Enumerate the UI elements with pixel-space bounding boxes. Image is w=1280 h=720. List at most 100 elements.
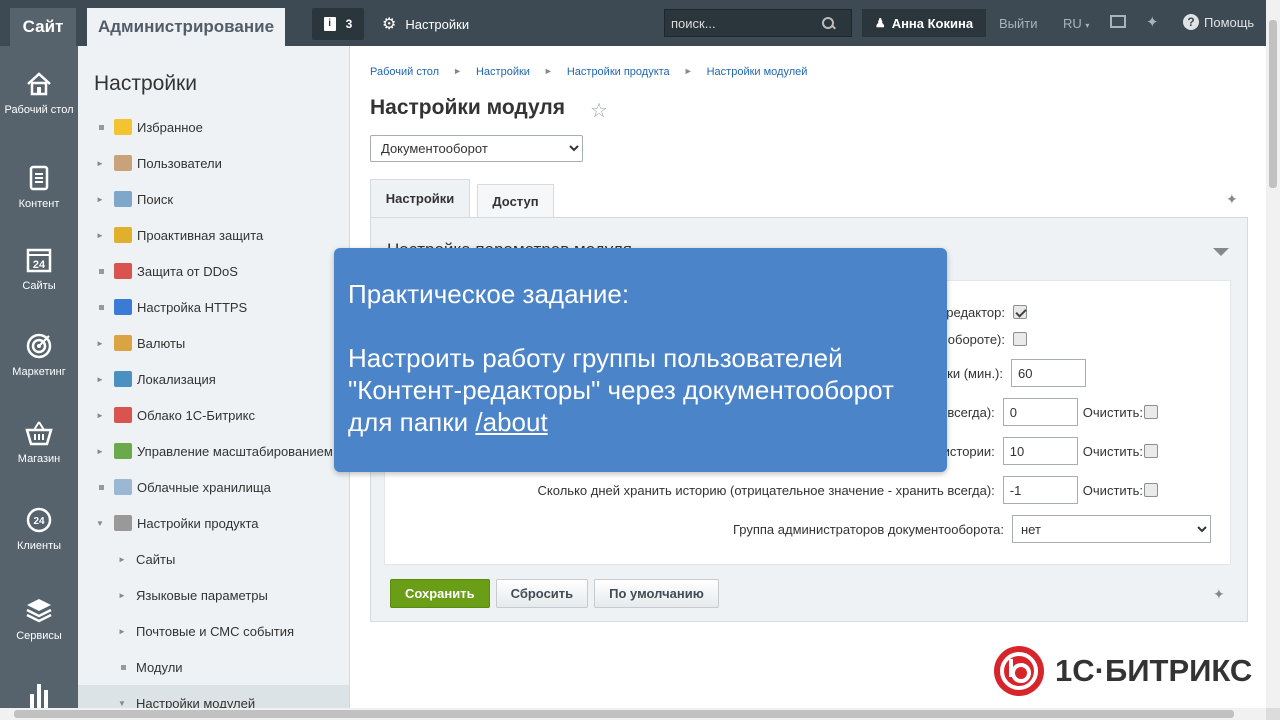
help-link[interactable]: ? Помощь — [1183, 14, 1254, 30]
search-icon[interactable] — [821, 16, 835, 30]
default-button[interactable]: По умолчанию — [594, 579, 719, 608]
menu-item[interactable]: ▼ Настройки продукта — [78, 505, 349, 541]
tab-settings[interactable]: Настройки — [370, 179, 470, 217]
breadcrumb-settings[interactable]: Настройки — [476, 66, 530, 78]
logout-link[interactable]: Выйти — [999, 16, 1038, 31]
overlay-text: Настроить работу группы пользователей "К… — [348, 343, 894, 437]
language-selector[interactable]: RU ▾ — [1063, 16, 1089, 31]
top-bar: Сайт Администрирование i 3 ⚙ Настройки ♟… — [0, 0, 1266, 46]
bullet-icon[interactable] — [118, 664, 128, 670]
menu-item[interactable]: Избранное — [78, 109, 349, 145]
user-button[interactable]: ♟ Анна Кокина — [862, 9, 986, 37]
chevron-right-icon[interactable]: ► — [96, 375, 106, 384]
notifications-button[interactable]: i 3 — [312, 8, 364, 40]
menu-item[interactable]: ► Пользователи — [78, 145, 349, 181]
scroll-thumb[interactable] — [14, 710, 1234, 718]
chevron-down-icon[interactable]: ▼ — [96, 519, 106, 528]
reset-button[interactable]: Сбросить — [495, 579, 589, 608]
minutes-input[interactable] — [1011, 359, 1086, 387]
iconbar-desktop[interactable]: Рабочий стол — [0, 70, 78, 116]
save-button[interactable]: Сохранить — [390, 579, 490, 608]
bullet-icon[interactable] — [96, 304, 106, 310]
menu-item[interactable]: ► Облако 1С-Битрикс — [78, 397, 349, 433]
chevron-right-icon[interactable]: ► — [118, 627, 128, 636]
chevron-down-icon[interactable]: ▼ — [118, 699, 128, 708]
chevron-right-icon[interactable]: ► — [118, 555, 128, 564]
history-count-input[interactable] — [1002, 437, 1078, 465]
iconbar-label: Магазин — [17, 453, 61, 465]
menu-item-label: Валюты — [137, 335, 186, 351]
breadcrumb-product-settings[interactable]: Настройки продукта — [567, 66, 670, 78]
editor-checkbox[interactable] — [1013, 305, 1027, 319]
chevron-right-icon[interactable]: ► — [96, 339, 106, 348]
vertical-scrollbar[interactable] — [1266, 0, 1280, 708]
iconbar-marketing[interactable]: Маркетинг — [0, 332, 78, 378]
chevron-right-icon[interactable]: ► — [96, 411, 106, 420]
menu-item[interactable]: ► Почтовые и СМС события — [78, 613, 349, 649]
menu-item[interactable]: ► Валюты — [78, 325, 349, 361]
iconbar-label: Сайты — [22, 280, 56, 292]
horizontal-scrollbar[interactable] — [0, 708, 1266, 720]
menu-item[interactable]: ► Поиск — [78, 181, 349, 217]
form-row: Группа администраторов документооборота:… — [733, 515, 1211, 543]
keyboard-icon[interactable] — [1110, 15, 1126, 28]
menu-item[interactable]: Настройка HTTPS — [78, 289, 349, 325]
scroll-thumb[interactable] — [1269, 20, 1277, 188]
pin-icon[interactable]: ✦ — [1226, 191, 1238, 208]
bullet-icon[interactable] — [96, 484, 106, 490]
breadcrumb-desktop[interactable]: Рабочий стол — [370, 66, 439, 78]
iconbar-services[interactable]: Сервисы — [0, 596, 78, 642]
chevron-right-icon[interactable]: ► — [96, 447, 106, 456]
gear-icon — [114, 515, 132, 531]
breadcrumb-module-settings[interactable]: Настройки модулей — [707, 66, 808, 78]
history-days-input[interactable] — [1002, 476, 1078, 504]
target-icon — [26, 333, 52, 359]
chevron-right-icon[interactable]: ► — [96, 231, 106, 240]
basket-icon — [25, 421, 53, 446]
admin-group-select[interactable]: нет — [1012, 515, 1211, 543]
chevron-right-icon[interactable]: ► — [96, 195, 106, 204]
iconbar-clients[interactable]: 24 Клиенты — [0, 506, 78, 552]
bullet-icon[interactable] — [96, 124, 106, 130]
form-row: ь всегда): Очистить: — [937, 398, 1158, 426]
workflow-checkbox[interactable] — [1013, 332, 1027, 346]
shield-icon — [114, 263, 132, 279]
clear-control: Очистить: — [1083, 405, 1158, 420]
menu-item[interactable]: Облачные хранилища — [78, 469, 349, 505]
clear-checkbox[interactable] — [1144, 405, 1158, 419]
collapse-arrow-icon[interactable] — [1213, 248, 1229, 256]
menu-item[interactable]: ► Проактивная защита — [78, 217, 349, 253]
history-always-input[interactable] — [1002, 398, 1078, 426]
chevron-right-icon[interactable]: ► — [96, 159, 106, 168]
menu-item[interactable]: ► Управление масштабированием — [78, 433, 349, 469]
iconbar-sites[interactable]: 24 Сайты — [0, 246, 78, 292]
help-icon: ? — [1183, 14, 1199, 30]
clear-checkbox[interactable] — [1144, 444, 1158, 458]
iconbar-shop[interactable]: Магазин — [0, 419, 78, 465]
menu-item[interactable]: Защита от DDoS — [78, 253, 349, 289]
pin-icon[interactable]: ✦ — [1213, 586, 1225, 603]
settings-link[interactable]: ⚙ Настройки — [382, 8, 469, 40]
site-button[interactable]: Сайт — [10, 8, 76, 46]
menu-item-label: Локализация — [137, 371, 216, 387]
favorite-star-icon[interactable]: ☆ — [590, 98, 608, 123]
menu-item[interactable]: ► Локализация — [78, 361, 349, 397]
menu-item[interactable]: ► Сайты — [78, 541, 349, 577]
admin-button[interactable]: Администрирование — [87, 8, 285, 46]
iconbar-content[interactable]: Контент — [0, 164, 78, 210]
task-overlay: Практическое задание: Настроить работу г… — [334, 248, 947, 472]
pin-icon[interactable]: ✦ — [1146, 13, 1159, 31]
overlay-link[interactable]: /about — [475, 407, 547, 437]
bullet-icon[interactable] — [96, 268, 106, 274]
menu-item-label: Модули — [136, 659, 183, 675]
clear-checkbox[interactable] — [1144, 483, 1158, 497]
form-row: оборотe): — [948, 325, 1027, 353]
form-row: редактор: — [946, 298, 1027, 326]
chevron-right-icon[interactable]: ► — [118, 591, 128, 600]
search-input[interactable] — [671, 15, 821, 31]
menu-item[interactable]: ► Языковые параметры — [78, 577, 349, 613]
menu-item-label: Настройки продукта — [137, 515, 259, 531]
module-select[interactable]: Документооборот — [370, 135, 583, 162]
menu-item[interactable]: Модули — [78, 649, 349, 685]
tab-access[interactable]: Доступ — [477, 184, 554, 217]
